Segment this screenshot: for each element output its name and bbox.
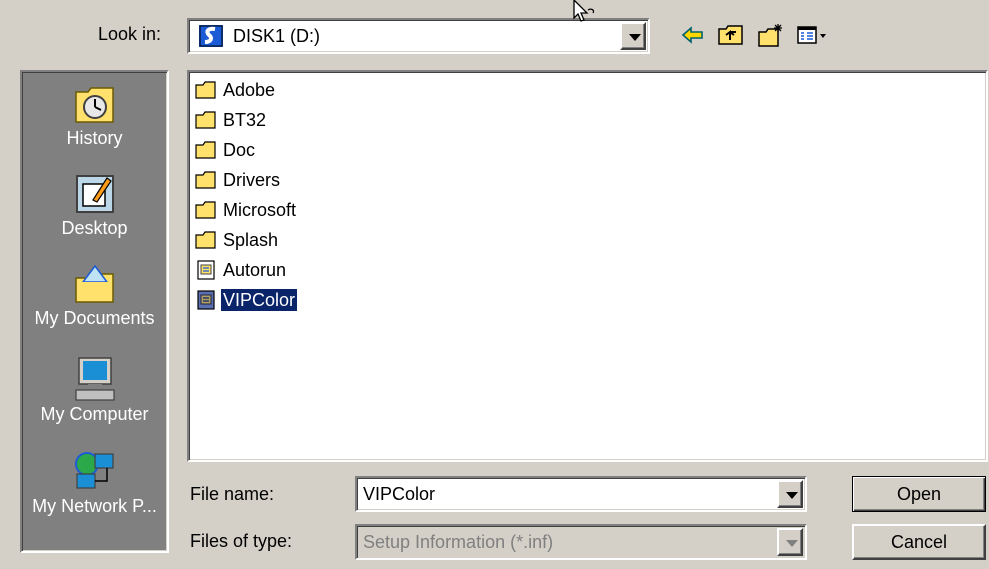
place-history[interactable]: History xyxy=(22,82,167,149)
place-label: My Network P... xyxy=(32,496,157,516)
list-item[interactable]: Drivers xyxy=(195,166,282,194)
file-name-label: File name: xyxy=(190,484,275,504)
place-label: Desktop xyxy=(61,218,128,238)
list-item[interactable]: Microsoft xyxy=(195,196,298,224)
create-new-folder-icon[interactable] xyxy=(756,22,786,48)
my-network-places-icon xyxy=(74,452,114,489)
place-desktop[interactable]: Desktop xyxy=(22,172,167,239)
place-label: History xyxy=(66,128,123,148)
desktop-icon xyxy=(75,175,114,213)
list-item[interactable]: Adobe xyxy=(195,76,277,104)
folder-icon xyxy=(195,171,216,189)
place-my-documents[interactable]: My Documents xyxy=(22,262,167,329)
my-computer-icon xyxy=(74,357,115,401)
place-label: My Documents xyxy=(34,308,155,328)
open-button[interactable]: Open xyxy=(852,476,986,512)
list-item[interactable]: BT32 xyxy=(195,106,268,134)
cancel-button[interactable]: Cancel xyxy=(852,524,986,560)
list-item-selected[interactable]: VIPColor xyxy=(195,286,299,314)
files-of-type-dropdown-button[interactable] xyxy=(777,528,803,556)
folder-icon xyxy=(195,231,216,249)
up-one-level-icon[interactable] xyxy=(716,22,746,48)
look-in-label: Look in: xyxy=(98,24,162,44)
list-item[interactable]: Doc xyxy=(195,136,257,164)
file-name-value: VIPColor xyxy=(363,484,436,504)
list-item[interactable]: Splash xyxy=(195,226,280,254)
files-of-type-label: Files of type: xyxy=(190,531,293,551)
place-label: My Computer xyxy=(40,404,149,424)
places-bar: History Desktop My Documents My Computer xyxy=(20,70,169,553)
place-my-network-places[interactable]: My Network P... xyxy=(22,450,167,517)
chevron-down-icon xyxy=(786,540,798,547)
look-in-dropdown-button[interactable] xyxy=(620,22,646,50)
file-name-field[interactable]: VIPColor xyxy=(355,476,807,512)
my-documents-icon xyxy=(74,264,114,303)
folder-icon xyxy=(195,111,216,129)
history-icon xyxy=(74,87,114,123)
folder-icon xyxy=(195,201,216,219)
chevron-down-icon xyxy=(786,492,798,499)
folder-icon xyxy=(195,81,216,99)
file-list[interactable]: Adobe BT32 Doc Drivers Microsoft Splash … xyxy=(187,70,988,462)
cd-drive-icon xyxy=(199,25,223,47)
place-my-computer[interactable]: My Computer xyxy=(22,356,167,425)
chevron-down-icon xyxy=(629,34,641,41)
view-menu-icon[interactable] xyxy=(796,22,830,48)
folder-icon xyxy=(195,141,216,159)
list-item[interactable]: Autorun xyxy=(195,256,288,284)
back-arrow-icon[interactable] xyxy=(678,22,708,48)
setup-information-icon xyxy=(197,260,215,280)
look-in-value: DISK1 (D:) xyxy=(233,26,321,46)
files-of-type-value: Setup Information (*.inf) xyxy=(363,532,554,552)
mouse-cursor-icon xyxy=(573,0,595,22)
setup-information-icon xyxy=(197,290,215,310)
file-name-dropdown-button[interactable] xyxy=(777,480,803,508)
files-of-type-dropdown[interactable]: Setup Information (*.inf) xyxy=(355,524,807,560)
